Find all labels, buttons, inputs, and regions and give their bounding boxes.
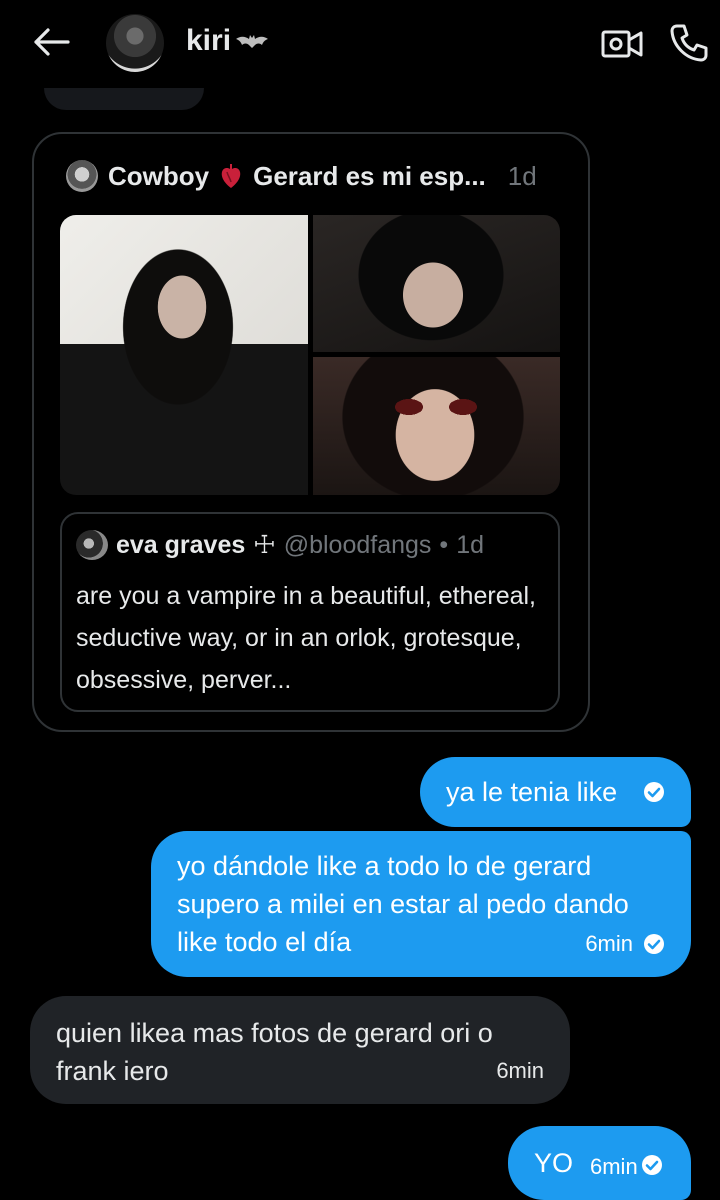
contact-name-row[interactable]: kiri [186, 24, 269, 58]
post-photo-3[interactable] [313, 357, 560, 495]
previous-message-bubble[interactable] [44, 88, 204, 110]
sent-check-icon [642, 1155, 662, 1175]
quoted-post-header: eva graves ☩ @bloodfangs • 1d [76, 530, 484, 560]
cross-symbol: ☩ [253, 531, 276, 559]
contact-name: kiri [186, 24, 232, 57]
message-bubble-out[interactable]: yo dándole like a todo lo de gerard supe… [151, 831, 691, 977]
quoted-post-text: are you a vampire in a beautiful, ethere… [76, 582, 536, 694]
phone-icon[interactable] [668, 22, 710, 64]
message-text: ya le tenia like [446, 777, 618, 807]
sent-check-icon [644, 782, 664, 802]
post-time: 1d [507, 160, 537, 191]
quoted-author-handle: @bloodfangs [283, 530, 432, 559]
post-photo-2[interactable] [313, 215, 560, 352]
message-time: 6min [585, 931, 633, 956]
quoted-post-time: 1d [456, 530, 484, 559]
message-bubble-in[interactable]: quien likea mas fotos de gerard ori o fr… [30, 996, 570, 1104]
bat-icon [236, 35, 269, 48]
message-bubble-out[interactable]: ya le tenia like [420, 757, 691, 827]
quoted-author-name: eva graves [116, 530, 246, 559]
post-author-avatar [66, 160, 98, 192]
post-photo-1[interactable] [60, 215, 308, 495]
separator-dot: • [439, 530, 449, 559]
post-title: Gerard es mi esp... [253, 160, 486, 191]
back-arrow-icon[interactable] [32, 26, 72, 58]
message-text: quien likea mas fotos de gerard ori o fr… [56, 1018, 493, 1086]
sent-check-icon [644, 934, 664, 954]
shared-post-header: Cowboy Gerard es mi esp... 1d [66, 160, 537, 192]
post-author-name: Cowboy [108, 160, 210, 191]
quoted-author-avatar [76, 530, 108, 560]
contact-avatar[interactable] [106, 14, 164, 72]
video-call-icon[interactable] [600, 26, 644, 62]
message-bubble-out[interactable]: YO 6min [508, 1126, 691, 1200]
message-time: 6min [496, 1058, 544, 1083]
message-text: YO [534, 1148, 574, 1178]
anatomical-heart-icon [221, 164, 241, 188]
message-time: 6min [590, 1154, 638, 1179]
